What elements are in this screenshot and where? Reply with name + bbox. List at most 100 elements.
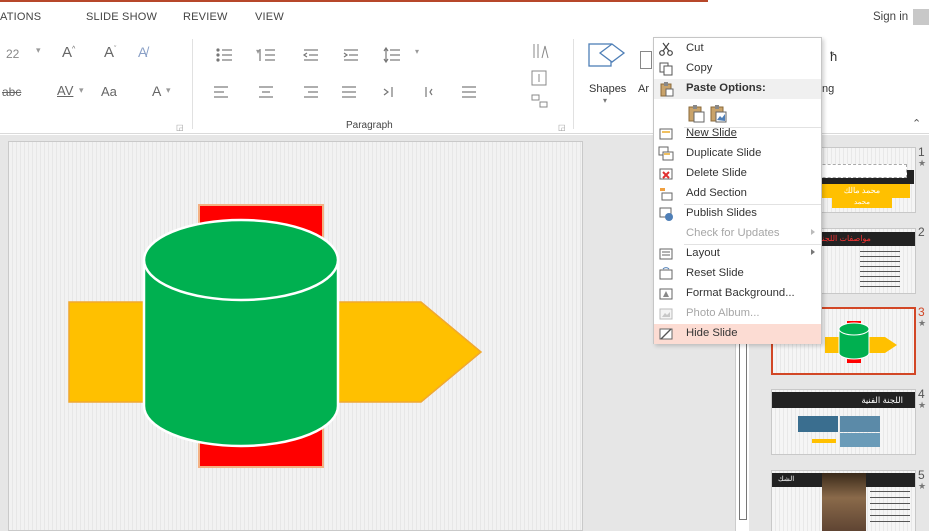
grow-font-icon[interactable]: A^ (62, 44, 75, 61)
arrange-button[interactable]: Ar (638, 83, 649, 95)
clear-formatting-icon[interactable]: A̸ (138, 44, 147, 60)
chevron-down-icon[interactable]: ▾ (36, 45, 41, 56)
collapse-ribbon-icon[interactable]: ⌃ (912, 117, 921, 130)
font-color-button[interactable]: A (152, 83, 161, 99)
publish-slides-icon (659, 207, 673, 221)
paste-use-destination-theme-icon[interactable] (686, 103, 706, 123)
paste-picture-icon[interactable] (708, 103, 728, 123)
align-center-icon (259, 86, 273, 98)
slide-scrollbar[interactable] (735, 340, 749, 531)
justify-icon (342, 86, 356, 98)
align-right-icon (304, 86, 318, 98)
slide-shapes (68, 204, 483, 468)
menu-item-hide-slide[interactable]: Hide Slide (654, 324, 821, 344)
title-accent-line (0, 0, 708, 2)
slide-number: 1 (918, 145, 925, 159)
tab-slide-show[interactable]: SLIDE SHOW (86, 11, 157, 23)
slide-thumbnail-5[interactable]: الشك (771, 470, 916, 531)
menu-item-reset-slide[interactable]: Reset Slide (654, 264, 821, 284)
font-size-box[interactable]: 22 (6, 47, 19, 61)
menu-label: Add Section (686, 187, 747, 199)
arrange-icon[interactable] (640, 51, 652, 69)
slide-canvas[interactable] (8, 141, 583, 531)
reset-slide-icon (659, 267, 673, 280)
editing-button[interactable]: ng (822, 83, 834, 95)
menu-item-duplicate-slide[interactable]: Duplicate Slide (654, 144, 821, 164)
line-spacing-icon (383, 46, 400, 64)
editing-icon[interactable]: ħ (830, 49, 837, 64)
strikethrough-button[interactable]: abc (2, 85, 21, 99)
chevron-down-icon[interactable]: ▾ (166, 85, 171, 96)
ribbon-tab-bar: ATIONS SLIDE SHOW REVIEW VIEW Sign in (0, 6, 929, 28)
delete-slide-icon (659, 168, 673, 180)
scrollbar-thumb[interactable] (739, 342, 747, 520)
menu-label: Cut (686, 42, 704, 54)
context-menu: Cut Copy Paste Options: New Slide Duplic… (653, 37, 822, 344)
tab-review[interactable]: REVIEW (183, 11, 228, 23)
paste-options-row (684, 100, 734, 126)
menu-item-photo-album: Photo Album... (654, 304, 821, 324)
chevron-down-icon[interactable]: ▾ (79, 85, 84, 96)
character-spacing-button[interactable]: AV (57, 83, 73, 98)
hide-slide-icon (659, 328, 673, 340)
paragraph-group-label: Paragraph (346, 120, 393, 131)
avatar[interactable] (913, 9, 929, 25)
columns-icon (462, 86, 476, 98)
menu-label: New Slide (686, 127, 737, 139)
menu-label: Delete Slide (686, 167, 747, 179)
copy-icon (659, 62, 673, 76)
align-left-icon (214, 86, 228, 98)
tab-animations[interactable]: ATIONS (0, 11, 41, 23)
paragraph-dialog-launcher-icon[interactable]: ◲ (558, 123, 566, 132)
menu-item-add-section[interactable]: Add Section (654, 184, 821, 204)
paste-options-header: Paste Options: (654, 79, 821, 99)
thumb-title: اللجنة الفنية (772, 392, 915, 408)
photo-album-icon (659, 308, 673, 320)
chevron-down-icon[interactable]: ▾ (415, 47, 419, 56)
menu-label: Format Background... (686, 287, 795, 299)
font-dialog-launcher-icon[interactable]: ◲ (176, 123, 184, 132)
menu-item-copy[interactable]: Copy (654, 59, 821, 79)
add-section-icon (660, 188, 673, 201)
star-icon: ★ (918, 318, 927, 328)
paragraph-row-2 (214, 86, 476, 98)
layout-icon (659, 248, 673, 260)
thumb-title: محمد مالك (814, 184, 910, 198)
menu-item-delete-slide[interactable]: Delete Slide (654, 164, 821, 184)
menu-label: Photo Album... (686, 307, 760, 319)
menu-label: Hide Slide (686, 327, 738, 339)
change-case-button[interactable]: Aa (101, 84, 117, 99)
menu-label: Duplicate Slide (686, 147, 762, 159)
menu-item-new-slide[interactable]: New Slide (654, 124, 821, 144)
star-icon: ★ (918, 481, 927, 491)
slide-thumbnail-4[interactable]: اللجنة الفنية (771, 389, 916, 455)
shrink-font-icon[interactable]: Aˇ (104, 44, 116, 61)
text-direction-group[interactable] (530, 41, 554, 121)
menu-item-format-background[interactable]: Format Background... (654, 284, 821, 304)
format-background-icon (659, 288, 673, 300)
sign-in-link[interactable]: Sign in (873, 11, 908, 23)
smartart-icon (531, 94, 548, 108)
menu-item-cut[interactable]: Cut (654, 39, 821, 59)
shapes-icon[interactable] (586, 41, 636, 77)
menu-item-check-for-updates: Check for Updates (654, 224, 821, 244)
menu-label: Layout (686, 247, 720, 259)
shapes-button[interactable]: Shapes (589, 83, 626, 95)
bullets-icon (216, 48, 232, 62)
group-divider (192, 39, 193, 129)
menu-item-publish-slides[interactable]: Publish Slides (654, 204, 821, 224)
thumb-subtitle: محمد (832, 198, 892, 208)
new-slide-icon (659, 128, 673, 140)
menu-label: Reset Slide (686, 267, 744, 279)
decrease-indent-icon (302, 49, 318, 61)
scissors-icon (659, 42, 673, 56)
ltr-direction-icon (383, 87, 393, 97)
slide-number: 4 (918, 387, 925, 401)
tab-view[interactable]: VIEW (255, 11, 284, 23)
slide-number: 3 (918, 305, 925, 319)
submenu-arrow-icon (811, 229, 815, 235)
clipboard-icon (660, 82, 674, 97)
chevron-down-icon[interactable]: ▾ (603, 96, 607, 105)
menu-item-layout[interactable]: Layout (654, 244, 821, 264)
chevron-down-icon[interactable]: ▾ (256, 47, 260, 56)
